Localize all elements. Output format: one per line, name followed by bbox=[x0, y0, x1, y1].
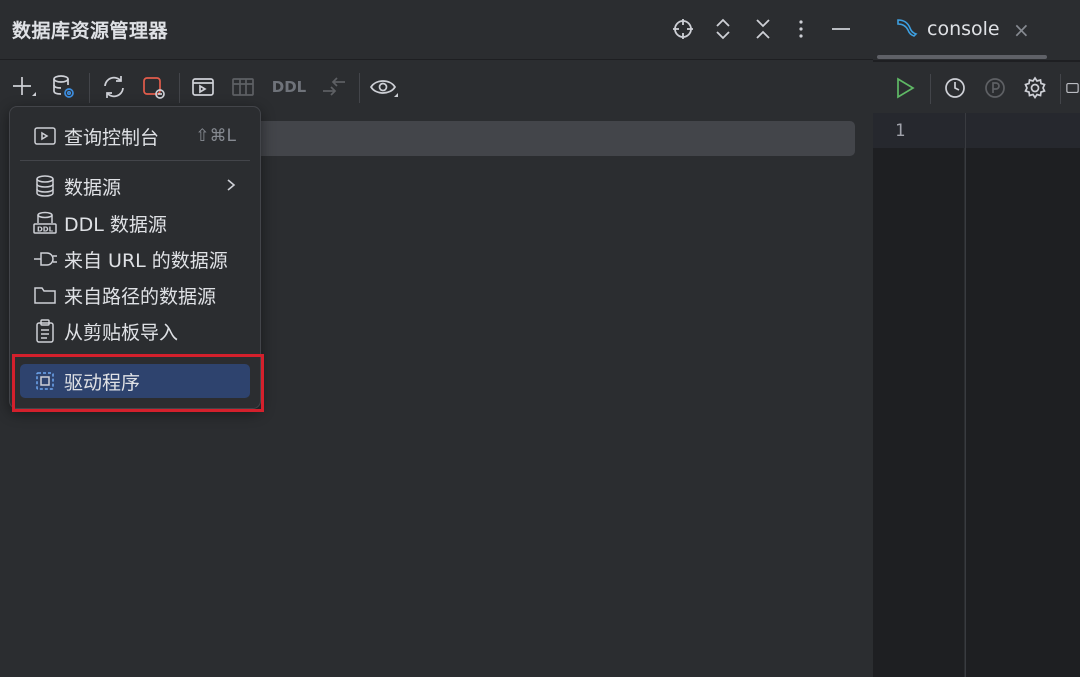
run-button[interactable] bbox=[889, 72, 921, 104]
database-icon bbox=[32, 173, 58, 199]
settings-button[interactable] bbox=[1019, 72, 1051, 104]
clock-icon bbox=[945, 78, 965, 98]
tree-selected-row[interactable] bbox=[230, 121, 855, 156]
menu-item-label: 来自路径的数据源 bbox=[64, 285, 217, 308]
data-source-properties-button[interactable] bbox=[47, 71, 81, 103]
menu-item-label: 从剪贴板导入 bbox=[64, 321, 179, 344]
expand-icon bbox=[716, 18, 730, 40]
refresh-button[interactable] bbox=[97, 71, 131, 103]
menu-item-import-clipboard[interactable]: 从剪贴板导入 bbox=[20, 314, 250, 348]
line-gutter bbox=[873, 113, 965, 677]
locate-button[interactable] bbox=[668, 14, 698, 44]
gear-icon bbox=[1024, 76, 1046, 100]
refresh-icon bbox=[104, 76, 124, 98]
collapse-all-button[interactable] bbox=[748, 14, 778, 44]
svg-text:DDL: DDL bbox=[37, 226, 54, 234]
more-options-button[interactable] bbox=[786, 14, 816, 44]
menu-separator bbox=[20, 160, 250, 161]
gutter-divider bbox=[965, 113, 966, 677]
active-tab-indicator bbox=[877, 55, 1047, 59]
console-icon bbox=[192, 78, 214, 96]
ddl-database-icon: DDL bbox=[32, 210, 58, 236]
tab-label: console bbox=[927, 18, 1000, 40]
menu-item-shortcut: ⇧⌘L bbox=[195, 126, 236, 146]
crosshair-icon bbox=[673, 19, 693, 39]
menu-item-label: DDL 数据源 bbox=[64, 213, 167, 236]
view-options-button[interactable] bbox=[367, 71, 401, 103]
toolbar-divider bbox=[359, 73, 360, 103]
panel-title: 数据库资源管理器 bbox=[12, 20, 169, 42]
plug-icon bbox=[32, 246, 58, 272]
toolbar-divider bbox=[89, 73, 90, 103]
toolbar-divider bbox=[1060, 74, 1061, 104]
compare-arrows-icon bbox=[323, 77, 345, 96]
menu-item-data-source[interactable]: 数据源 bbox=[20, 169, 250, 203]
history-button[interactable] bbox=[939, 72, 971, 104]
ddl-label: DDL bbox=[271, 78, 307, 96]
editor-toolbar bbox=[873, 61, 1080, 113]
annotation-highlight-box bbox=[12, 354, 264, 412]
toolbar-divider bbox=[179, 73, 180, 103]
plus-icon bbox=[13, 77, 36, 96]
folder-icon bbox=[32, 282, 58, 308]
editor-panel: console × 1 bbox=[873, 0, 1080, 677]
chevron-right-icon bbox=[226, 177, 236, 196]
disconnect-button[interactable] bbox=[137, 71, 171, 103]
menu-item-query-console[interactable]: 查询控制台 ⇧⌘L bbox=[20, 119, 250, 153]
disconnect-icon bbox=[143, 77, 165, 99]
expand-all-button[interactable] bbox=[708, 14, 738, 44]
layout-icon bbox=[1066, 83, 1079, 93]
menu-item-label: 来自 URL 的数据源 bbox=[64, 249, 228, 272]
tab-close-button[interactable]: × bbox=[1013, 18, 1030, 42]
jump-to-console-button[interactable] bbox=[186, 71, 220, 103]
eye-icon bbox=[369, 80, 398, 97]
menu-item-ddl-data-source[interactable]: DDL DDL 数据源 bbox=[20, 206, 250, 240]
table-icon bbox=[232, 78, 254, 96]
panel-header: 数据库资源管理器 bbox=[0, 0, 873, 60]
view-table-button[interactable] bbox=[226, 71, 260, 103]
menu-item-url-data-source[interactable]: 来自 URL 的数据源 bbox=[20, 242, 250, 276]
add-button[interactable] bbox=[6, 71, 40, 103]
menu-item-label: 查询控制台 bbox=[64, 126, 160, 149]
collapse-icon bbox=[756, 19, 770, 39]
ddl-button[interactable]: DDL bbox=[268, 71, 310, 103]
minimize-icon bbox=[832, 28, 850, 30]
editor-tab-bar: console × bbox=[873, 0, 1080, 60]
play-icon bbox=[897, 77, 915, 99]
tab-console[interactable]: console × bbox=[875, 0, 1047, 60]
line-number: 1 bbox=[895, 121, 906, 141]
console-icon bbox=[32, 123, 58, 149]
compare-button[interactable] bbox=[317, 71, 351, 103]
menu-item-path-data-source[interactable]: 来自路径的数据源 bbox=[20, 278, 250, 312]
transaction-mode-button[interactable] bbox=[979, 72, 1011, 104]
mysql-dolphin-icon bbox=[897, 19, 918, 37]
layout-button[interactable] bbox=[1065, 72, 1080, 104]
minimize-button[interactable] bbox=[826, 14, 856, 44]
p-circle-icon bbox=[985, 78, 1005, 98]
more-vertical-icon bbox=[799, 20, 803, 38]
clipboard-icon bbox=[32, 318, 58, 344]
toolbar-divider bbox=[930, 74, 931, 104]
database-settings-icon bbox=[53, 75, 74, 98]
menu-item-label: 数据源 bbox=[64, 176, 122, 199]
